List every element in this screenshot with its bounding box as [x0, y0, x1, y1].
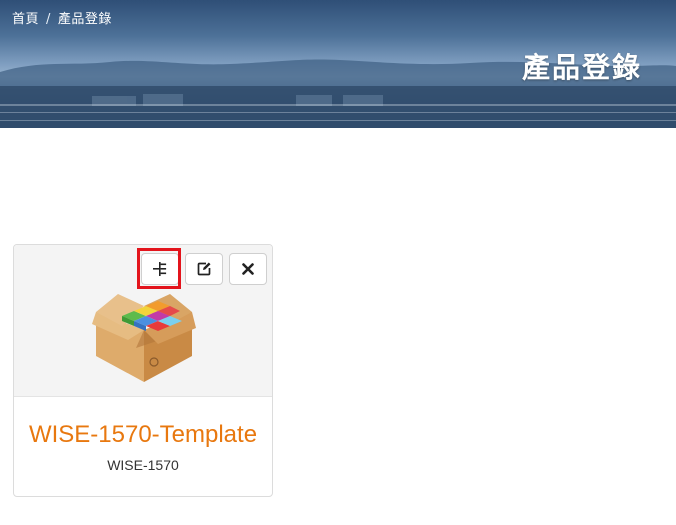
tree-structure-button[interactable]: [141, 253, 179, 285]
tree-structure-icon: [153, 262, 167, 276]
page-title: 產品登錄: [521, 51, 642, 84]
product-box-icon: [92, 294, 196, 382]
delete-button[interactable]: [229, 253, 267, 285]
edit-button[interactable]: [185, 253, 223, 285]
breadcrumb-home-link[interactable]: 首頁: [12, 8, 39, 27]
product-card[interactable]: WISE-1570-Template WISE-1570: [13, 244, 273, 497]
close-icon: [242, 263, 254, 275]
breadcrumb: 首頁 / 產品登錄: [12, 8, 112, 27]
product-model: WISE-1570: [107, 457, 179, 473]
card-image-area: [14, 245, 272, 397]
header-banner: 首頁 / 產品登錄 產品登錄: [0, 0, 676, 128]
breadcrumb-current: 產品登錄: [57, 12, 112, 27]
edit-icon: [197, 262, 211, 276]
breadcrumb-separator: /: [46, 12, 51, 27]
product-name[interactable]: WISE-1570-Template: [14, 421, 272, 449]
